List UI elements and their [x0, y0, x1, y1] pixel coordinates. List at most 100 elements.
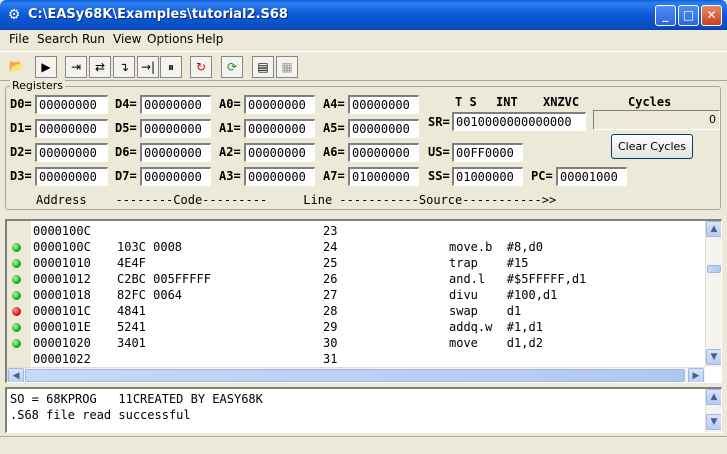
- reg-d1-field[interactable]: 00000000: [35, 119, 108, 138]
- reg-d3-field[interactable]: 00000000: [35, 167, 108, 186]
- scroll-down-icon[interactable]: ▼: [706, 349, 721, 365]
- reg-d2-field[interactable]: 00000000: [35, 143, 108, 162]
- listing-row[interactable]: 00001010 4E4F 25 trap #15: [7, 255, 707, 271]
- listing-horizontal-scrollbar[interactable]: ◀ ▶: [7, 367, 705, 382]
- run-to-cursor-icon[interactable]: →|: [137, 56, 159, 78]
- sr-header-ts: T S: [455, 95, 477, 109]
- log-stop-icon[interactable]: ▦: [276, 56, 298, 78]
- step-over-icon[interactable]: ⇄: [89, 56, 111, 78]
- title-bar[interactable]: ⚙ C:\EASy68K\Examples\tutorial2.S68 _ □ …: [0, 0, 727, 30]
- menu-bar: File Search Run View Options Help: [0, 30, 727, 49]
- row-source: addq.w #1,d1: [449, 320, 543, 334]
- reg-d0-label: D0=: [10, 97, 32, 111]
- listing-row[interactable]: 00001012 C2BC 005FFFFF 26 and.l #$5FFFFF,d1: [7, 271, 707, 287]
- listing-row[interactable]: 00001022 31: [7, 351, 707, 367]
- reg-a0-field[interactable]: 00000000: [244, 95, 315, 114]
- row-line-number: 24: [323, 240, 338, 254]
- executable-line-icon[interactable]: [12, 323, 21, 332]
- log-icon[interactable]: ▤: [252, 56, 274, 78]
- reg-d0-field[interactable]: 00000000: [35, 95, 108, 114]
- reg-a7-field[interactable]: 01000000: [348, 167, 419, 186]
- reg-d6-label: D6=: [115, 145, 137, 159]
- reg-d5-field[interactable]: 00000000: [140, 119, 211, 138]
- row-address: 0000101E: [33, 320, 91, 334]
- listing-row[interactable]: 0000101C 4841 28 swap d1: [7, 303, 707, 319]
- row-source: divu #100,d1: [449, 288, 558, 302]
- reg-d6-field[interactable]: 00000000: [140, 143, 211, 162]
- reg-a5-field[interactable]: 00000000: [348, 119, 419, 138]
- row-address: 00001020: [33, 336, 91, 350]
- run-icon[interactable]: ▶: [35, 56, 57, 78]
- breakpoint-icon[interactable]: [12, 307, 21, 316]
- reg-sr-field[interactable]: 0010000000000000: [452, 112, 586, 131]
- messages-pane[interactable]: SO = 68KPROG 11CREATED BY EASY68K .S68 f…: [5, 387, 722, 433]
- menu-file[interactable]: File: [9, 32, 29, 46]
- registers-group-label: Registers: [10, 79, 66, 92]
- minimize-button[interactable]: _: [655, 5, 676, 26]
- message-line: SO = 68KPROG 11CREATED BY EASY68K: [10, 392, 263, 406]
- reg-a7-label: A7=: [323, 169, 345, 183]
- reg-d4-field[interactable]: 00000000: [140, 95, 211, 114]
- listing-vertical-scrollbar[interactable]: ▲ ▼: [705, 221, 721, 367]
- executable-line-icon[interactable]: [12, 259, 21, 268]
- messages-vertical-scrollbar[interactable]: ▲ ▼: [705, 389, 721, 432]
- step-into-icon[interactable]: ⇥: [65, 56, 87, 78]
- scroll-up-icon[interactable]: ▲: [706, 389, 721, 405]
- reload-icon[interactable]: ⟳: [221, 56, 243, 78]
- executable-line-icon[interactable]: [12, 243, 21, 252]
- reset-icon[interactable]: ↻: [190, 56, 212, 78]
- menu-options[interactable]: Options: [147, 32, 193, 46]
- row-code: 3401: [117, 336, 146, 350]
- listing-row[interactable]: 0000101E 5241 29 addq.w #1,d1: [7, 319, 707, 335]
- row-address: 00001012: [33, 272, 91, 286]
- maximize-button[interactable]: □: [678, 5, 699, 26]
- executable-line-icon[interactable]: [12, 291, 21, 300]
- sr-header-flags: XNZVC: [543, 95, 580, 109]
- listing-hscroll-thumb[interactable]: [25, 369, 685, 382]
- reg-us-label: US=: [428, 145, 450, 159]
- listing-row[interactable]: 00001018 82FC 0064 27 divu #100,d1: [7, 287, 707, 303]
- close-button[interactable]: ✕: [701, 5, 722, 26]
- row-code: 5241: [117, 320, 146, 334]
- row-line-number: 26: [323, 272, 338, 286]
- reg-ss-field[interactable]: 01000000: [452, 167, 523, 186]
- executable-line-icon[interactable]: [12, 275, 21, 284]
- listing-row[interactable]: 00001020 3401 30 move d1,d2: [7, 335, 707, 351]
- reg-a6-field[interactable]: 00000000: [348, 143, 419, 162]
- menu-view[interactable]: View: [113, 32, 141, 46]
- source-listing[interactable]: 0000100C 23 0000100C 103C 0008 24 move.b #8,d…: [5, 219, 722, 383]
- row-line-number: 25: [323, 256, 338, 270]
- reg-a4-field[interactable]: 00000000: [348, 95, 419, 114]
- reg-pc-field[interactable]: 00001000: [556, 167, 627, 186]
- reg-d7-field[interactable]: 00000000: [140, 167, 211, 186]
- executable-line-icon[interactable]: [12, 339, 21, 348]
- row-source: and.l #$5FFFFF,d1: [449, 272, 587, 286]
- scroll-right-icon[interactable]: ▶: [688, 368, 704, 382]
- row-source: move.b #8,d0: [449, 240, 543, 254]
- reg-ss-label: SS=: [428, 169, 450, 183]
- menu-help[interactable]: Help: [196, 32, 223, 46]
- row-address: 0000101C: [33, 304, 91, 318]
- reg-us-field[interactable]: 00FF0000: [452, 143, 523, 162]
- row-line-number: 29: [323, 320, 338, 334]
- reg-a1-label: A1=: [219, 121, 241, 135]
- open-folder-icon[interactable]: 📂: [5, 56, 27, 78]
- reg-a5-label: A5=: [323, 121, 345, 135]
- menu-run[interactable]: Run: [82, 32, 105, 46]
- clear-cycles-button[interactable]: Clear Cycles: [611, 134, 693, 159]
- scroll-down-icon[interactable]: ▼: [706, 414, 721, 430]
- scroll-up-icon[interactable]: ▲: [706, 221, 721, 237]
- listing-scroll-thumb[interactable]: [707, 265, 721, 273]
- pause-icon[interactable]: ⏸: [160, 56, 182, 78]
- listing-row[interactable]: 0000100C 23: [7, 223, 707, 239]
- menu-search[interactable]: Search: [37, 32, 78, 46]
- row-code: C2BC 005FFFFF: [117, 272, 211, 286]
- reg-a3-field[interactable]: 00000000: [244, 167, 315, 186]
- row-address: 00001010: [33, 256, 91, 270]
- scroll-left-icon[interactable]: ◀: [8, 368, 24, 382]
- reg-a1-field[interactable]: 00000000: [244, 119, 315, 138]
- trace-into-icon[interactable]: ↴: [113, 56, 135, 78]
- listing-row[interactable]: 0000100C 103C 0008 24 move.b #8,d0: [7, 239, 707, 255]
- message-line: .S68 file read successful: [10, 408, 191, 422]
- reg-a2-field[interactable]: 00000000: [244, 143, 315, 162]
